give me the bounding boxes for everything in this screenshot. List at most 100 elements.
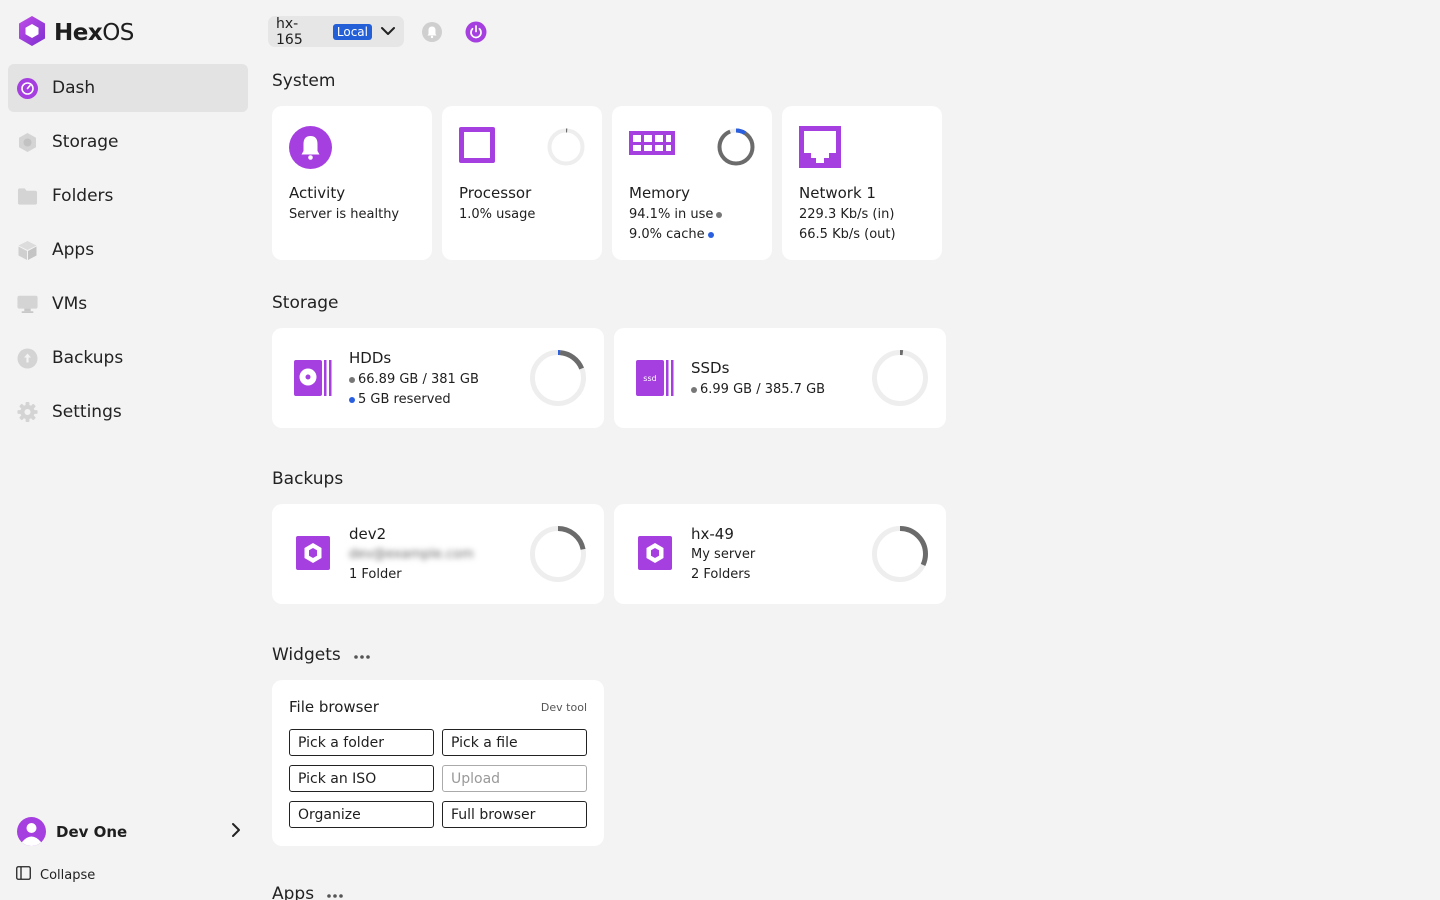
full-browser-button[interactable]: Full browser bbox=[442, 801, 587, 828]
sidebar-item-label: Folders bbox=[52, 186, 114, 206]
notification-bell-icon[interactable] bbox=[421, 21, 443, 43]
hexos-server-icon bbox=[296, 536, 330, 574]
apps-icon bbox=[17, 240, 38, 261]
backup-server-label: My server bbox=[691, 547, 756, 562]
upload-button[interactable]: Upload bbox=[442, 765, 587, 792]
server-selector[interactable]: hx-165 Local bbox=[268, 15, 404, 48]
backup-progress-ring bbox=[529, 525, 587, 587]
folder-icon bbox=[17, 186, 38, 207]
section-title-backups: Backups bbox=[272, 469, 344, 489]
brand-logo[interactable]: HexOS bbox=[17, 15, 134, 51]
avatar bbox=[17, 817, 46, 846]
sidebar-item-apps[interactable]: Apps bbox=[8, 226, 248, 274]
sidebar-nav: Dash Storage Folders Apps VMs Backups Se… bbox=[8, 64, 248, 442]
hdd-icon bbox=[294, 359, 332, 401]
sidebar-item-label: Dash bbox=[52, 78, 96, 98]
local-badge: Local bbox=[332, 23, 372, 40]
hexos-logo-icon bbox=[17, 15, 47, 51]
section-title-system: System bbox=[272, 71, 336, 91]
sidebar-item-folders[interactable]: Folders bbox=[8, 172, 248, 220]
sidebar-item-label: Apps bbox=[52, 240, 95, 260]
sidebar-item-label: Backups bbox=[52, 348, 124, 368]
hdd-usage: 66.89 GB / 381 GB bbox=[349, 372, 479, 387]
memory-usage-ring bbox=[716, 127, 756, 171]
network-in: 229.3 Kb/s (in) bbox=[799, 207, 895, 222]
user-menu[interactable]: Dev One bbox=[17, 817, 241, 846]
sidebar-item-storage[interactable]: Storage bbox=[8, 118, 248, 166]
memory-in-use-arc bbox=[717, 128, 755, 166]
sidebar-item-settings[interactable]: Settings bbox=[8, 388, 248, 436]
processor-usage-ring bbox=[546, 127, 586, 171]
memory-card[interactable]: Memory 94.1% in use 9.0% cache bbox=[612, 106, 772, 260]
ssd-usage-ring bbox=[871, 349, 929, 411]
sidebar: HexOS Dash Storage Folders Apps VMs Back… bbox=[0, 0, 256, 900]
widget-title: File browser bbox=[289, 698, 379, 716]
brand-name: HexOS bbox=[54, 20, 134, 46]
backup-account-email: dev@example.com bbox=[349, 547, 474, 562]
backup-title: hx-49 bbox=[691, 525, 734, 543]
power-icon[interactable] bbox=[465, 21, 487, 43]
sidebar-item-dash[interactable]: Dash bbox=[8, 64, 248, 112]
network-out: 66.5 Kb/s (out) bbox=[799, 227, 896, 242]
memory-cache: 9.0% cache bbox=[629, 227, 717, 242]
cpu-icon bbox=[459, 126, 495, 168]
more-options-icon[interactable] bbox=[326, 884, 344, 900]
network-port-icon bbox=[799, 126, 841, 172]
chevron-right-icon[interactable] bbox=[231, 822, 241, 842]
widgets-title: Widgets bbox=[272, 645, 341, 665]
section-title-apps: Apps bbox=[272, 884, 344, 900]
activity-card[interactable]: Activity Server is healthy bbox=[272, 106, 432, 260]
collapse-button[interactable]: Collapse bbox=[16, 866, 95, 884]
memory-in-use-text: 94.1% in use bbox=[629, 207, 714, 222]
organize-button[interactable]: Organize bbox=[289, 801, 434, 828]
pick-file-button[interactable]: Pick a file bbox=[442, 729, 587, 756]
chevron-down-icon bbox=[380, 24, 396, 40]
processor-title: Processor bbox=[459, 184, 532, 202]
ssd-icon-label: ssd bbox=[643, 374, 656, 383]
sidebar-item-vms[interactable]: VMs bbox=[8, 280, 248, 328]
hdd-reserved-text: 5 GB reserved bbox=[358, 392, 451, 407]
processor-card[interactable]: Processor 1.0% usage bbox=[442, 106, 602, 260]
apps-title: Apps bbox=[272, 884, 315, 900]
processor-usage: 1.0% usage bbox=[459, 207, 536, 222]
hdd-usage-text: 66.89 GB / 381 GB bbox=[358, 372, 479, 387]
hexos-server-icon bbox=[638, 536, 672, 574]
hdd-usage-ring bbox=[529, 349, 587, 411]
sidebar-item-label: Settings bbox=[52, 402, 122, 422]
section-title-storage: Storage bbox=[272, 293, 339, 313]
ssd-usage: 6.99 GB / 385.7 GB bbox=[691, 382, 825, 397]
sidebar-item-label: VMs bbox=[52, 294, 88, 314]
backup-card-hx-49[interactable]: hx-49 My server 2 Folders bbox=[614, 504, 946, 604]
file-browser-widget: File browser Dev tool Pick a folder Pick… bbox=[272, 680, 604, 846]
hdd-title: HDDs bbox=[349, 349, 392, 367]
backup-folder-count: 1 Folder bbox=[349, 567, 402, 582]
ssd-usage-text: 6.99 GB / 385.7 GB bbox=[700, 382, 826, 397]
memory-title: Memory bbox=[629, 184, 691, 202]
storage-icon bbox=[17, 132, 38, 153]
cache-dot bbox=[707, 231, 714, 238]
bell-icon bbox=[289, 126, 332, 173]
settings-icon bbox=[17, 401, 38, 423]
activity-status: Server is healthy bbox=[289, 207, 400, 222]
activity-title: Activity bbox=[289, 184, 346, 202]
hdd-card[interactable]: HDDs 66.89 GB / 381 GB 5 GB reserved bbox=[272, 328, 604, 428]
brand-name-light: OS bbox=[102, 20, 134, 46]
sidebar-item-backups[interactable]: Backups bbox=[8, 334, 248, 382]
user-name: Dev One bbox=[56, 822, 128, 841]
backup-progress-ring bbox=[871, 525, 929, 587]
pick-folder-button[interactable]: Pick a folder bbox=[289, 729, 434, 756]
pick-iso-button[interactable]: Pick an ISO bbox=[289, 765, 434, 792]
backup-card-dev2[interactable]: dev2 dev@example.com 1 Folder bbox=[272, 504, 604, 604]
used-dot bbox=[349, 376, 355, 383]
server-name: hx-165 bbox=[276, 15, 303, 48]
backup-folder-count: 2 Folders bbox=[691, 567, 751, 582]
dev-tool-tag: Dev tool bbox=[540, 701, 587, 714]
ssd-card[interactable]: ssd SSDs 6.99 GB / 385.7 GB bbox=[614, 328, 946, 428]
memory-in-use: 94.1% in use bbox=[629, 207, 725, 222]
network-card[interactable]: Network 1 229.3 Kb/s (in) 66.5 Kb/s (out… bbox=[782, 106, 942, 260]
more-options-icon[interactable] bbox=[353, 645, 371, 665]
memory-cache-text: 9.0% cache bbox=[629, 227, 705, 242]
reserved-dot bbox=[349, 396, 355, 403]
used-dot bbox=[691, 386, 697, 393]
network-title: Network 1 bbox=[799, 184, 876, 202]
